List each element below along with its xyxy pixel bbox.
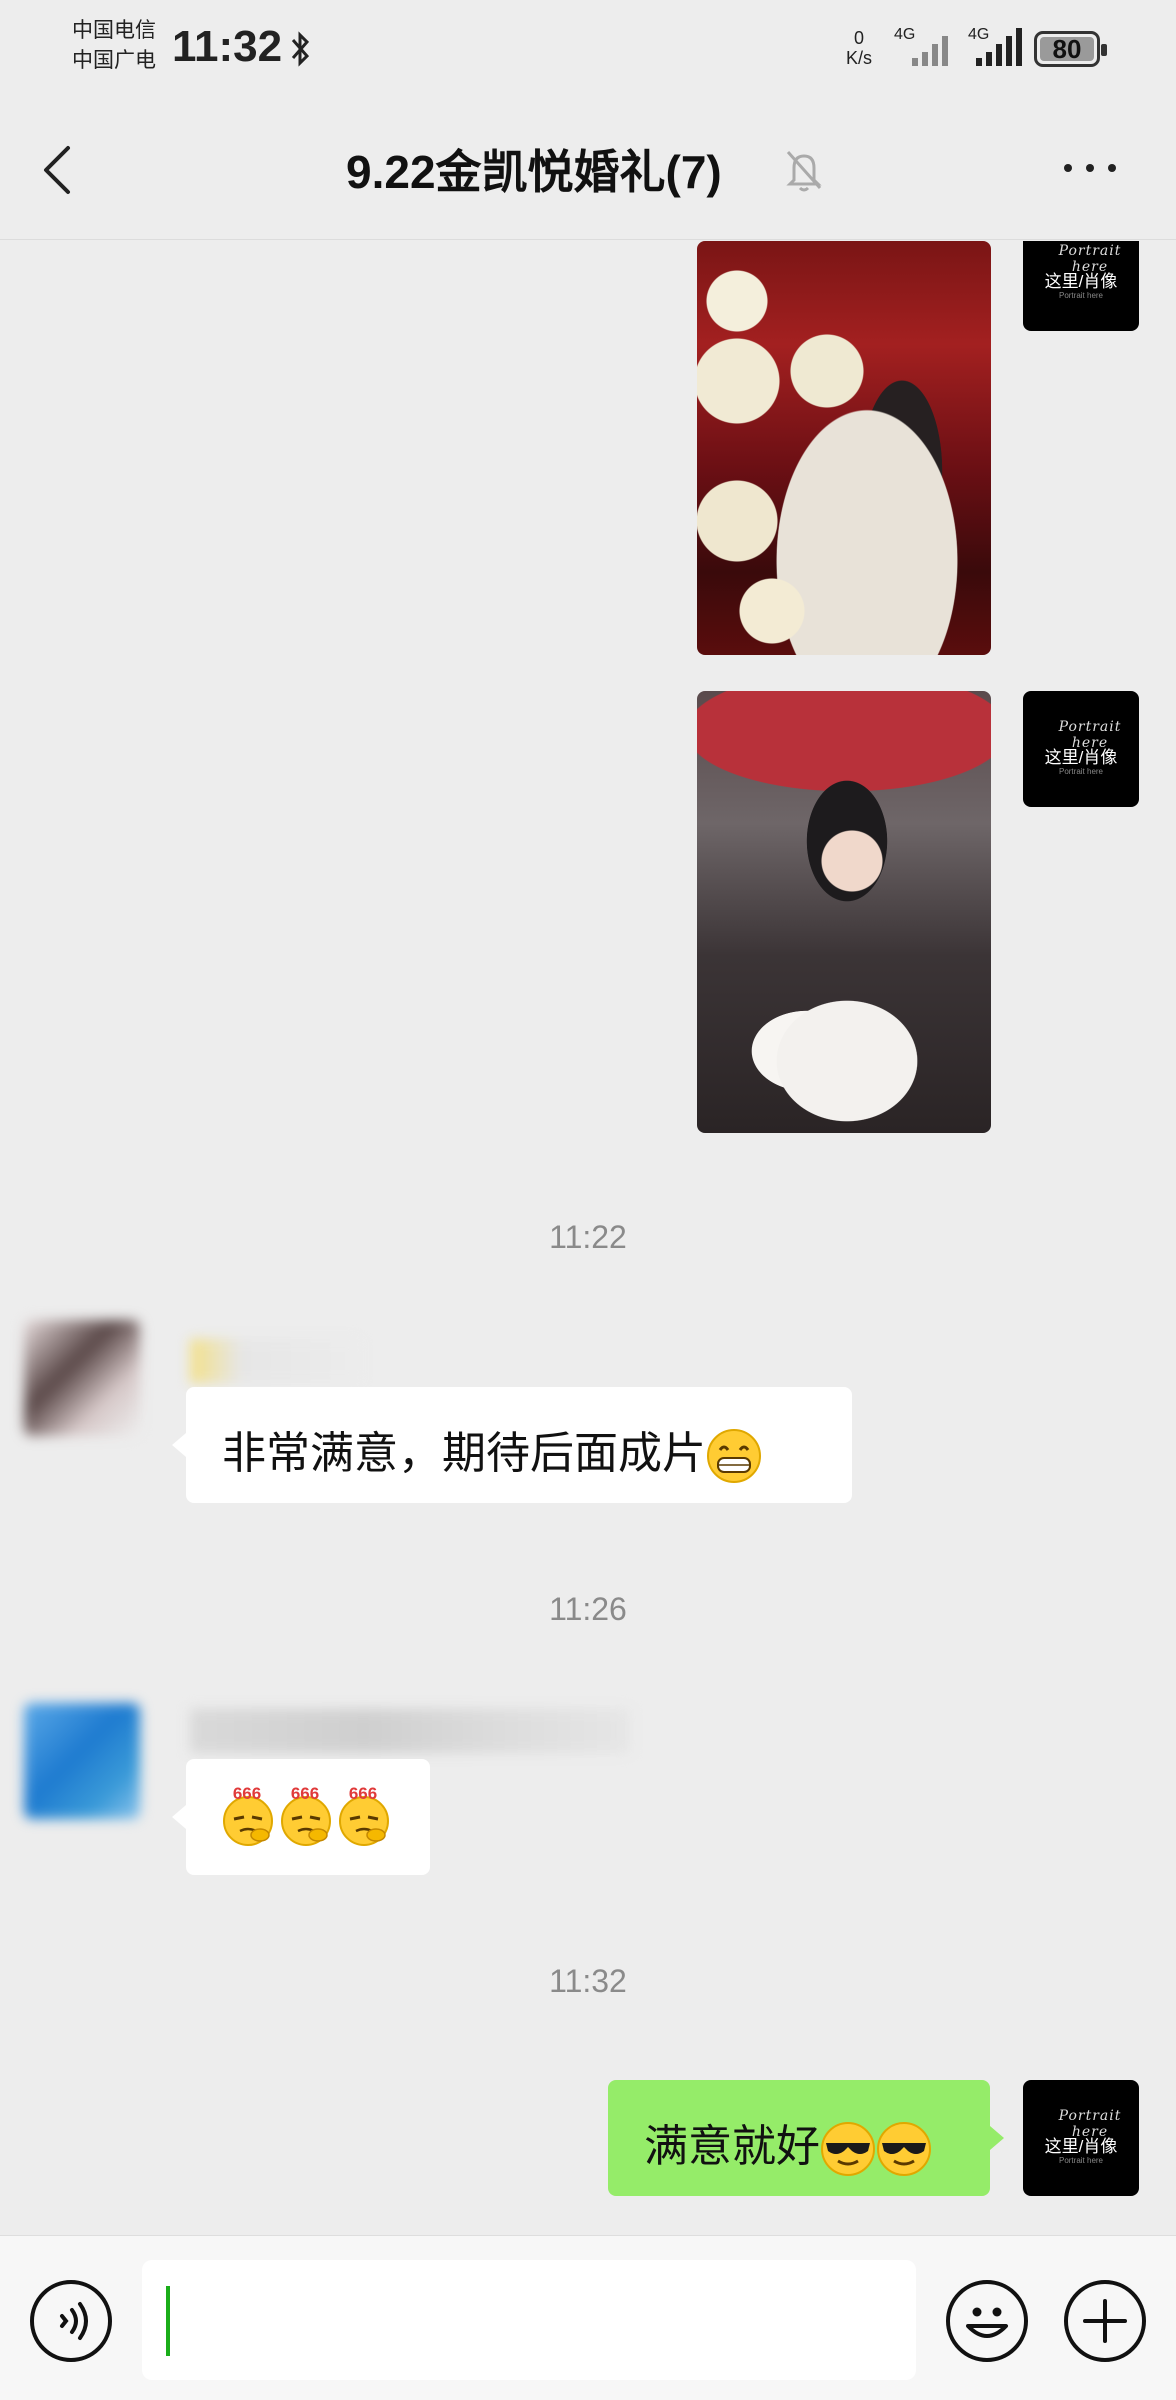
text-caret bbox=[166, 2286, 170, 2356]
avatar-brand-name: 这里/肖像 bbox=[1044, 2137, 1118, 2156]
status-bar: 中国电信 中国广电 11:32 0 K/s 4G 4G 80 bbox=[0, 0, 1176, 100]
back-button[interactable] bbox=[38, 140, 78, 200]
more-options-button[interactable] bbox=[1064, 160, 1120, 180]
666-emoji-icon: 666 bbox=[223, 1784, 273, 1846]
emoji-label: 666 bbox=[349, 1784, 377, 1803]
emoji-label: 666 bbox=[233, 1784, 261, 1803]
emoji-label: 666 bbox=[291, 1784, 319, 1803]
voice-input-button[interactable] bbox=[30, 2280, 112, 2362]
signal-1-label: 4G bbox=[894, 26, 916, 43]
message-text: 非常满意，期待后面成片 bbox=[222, 1429, 706, 1478]
chat-header: 9.22金凯悦婚礼(7) bbox=[0, 100, 1176, 240]
carrier-labels: 中国电信 中国广电 bbox=[72, 16, 156, 76]
666-emoji-icon: 666 bbox=[339, 1784, 389, 1846]
message-text-wrap: 满意就好 bbox=[644, 2110, 932, 2177]
chat-title: 9.22金凯悦婚礼(7) bbox=[346, 146, 722, 198]
status-time: 11:32 bbox=[172, 22, 283, 71]
message-list[interactable]: Portrait here 这里/肖像 Portrait here Portra… bbox=[0, 241, 1176, 2235]
self-avatar[interactable]: Portrait here 这里/肖像 Portrait here bbox=[1023, 691, 1139, 807]
grinning-face-icon bbox=[707, 1429, 761, 1484]
sender-name bbox=[190, 1339, 360, 1383]
carrier-1: 中国电信 bbox=[72, 19, 156, 42]
signal-2-label: 4G bbox=[968, 26, 990, 43]
signal-icon-2: 4G bbox=[968, 26, 1032, 73]
avatar-brand-name: 这里/肖像 bbox=[1044, 272, 1118, 291]
emoji-button[interactable] bbox=[946, 2280, 1028, 2362]
photo-message-wedding-couple[interactable] bbox=[697, 241, 991, 655]
input-bar bbox=[0, 2235, 1176, 2400]
chevron-left-icon bbox=[44, 146, 70, 194]
message-timestamp: 11:26 bbox=[549, 1591, 627, 1627]
666-emoji-icon: 666 bbox=[281, 1784, 331, 1846]
sunglasses-face-icon bbox=[877, 2122, 931, 2177]
battery-level: 80 bbox=[1052, 34, 1082, 64]
sender-avatar[interactable] bbox=[24, 1703, 140, 1819]
sender-name bbox=[190, 1709, 630, 1753]
message-bubble[interactable]: 非常满意，期待后面成片 bbox=[172, 1387, 852, 1503]
sunglasses-face-icon bbox=[821, 2122, 875, 2177]
signal-icon-1: 4G bbox=[894, 26, 958, 73]
avatar-brand-sub: Portrait here bbox=[1058, 291, 1104, 300]
voice-icon bbox=[60, 2302, 88, 2340]
bluetooth-icon bbox=[291, 31, 310, 67]
message-timestamp: 11:22 bbox=[549, 1219, 627, 1255]
message-text-wrap: 非常满意，期待后面成片 bbox=[222, 1417, 762, 1484]
message-bubble-self[interactable]: 满意就好 bbox=[608, 2080, 1004, 2196]
sender-avatar[interactable] bbox=[24, 1320, 140, 1436]
network-speed-value: 0 bbox=[854, 28, 865, 48]
message-bubble[interactable]: 666 666 666 bbox=[172, 1759, 430, 1875]
battery-icon: 80 bbox=[1034, 31, 1107, 67]
message-input[interactable] bbox=[142, 2260, 916, 2380]
network-speed-unit: K/s bbox=[846, 48, 873, 68]
muted-bell-icon bbox=[786, 151, 822, 192]
photo-message-bride-portrait[interactable] bbox=[697, 691, 991, 1133]
avatar-brand-sub: Portrait here bbox=[1058, 2156, 1104, 2165]
avatar-brand-name: 这里/肖像 bbox=[1044, 748, 1118, 767]
carrier-2: 中国广电 bbox=[72, 49, 156, 72]
more-functions-button[interactable] bbox=[1064, 2280, 1146, 2362]
smiley-icon bbox=[966, 2307, 1008, 2338]
self-avatar[interactable]: Portrait here 这里/肖像 Portrait here bbox=[1023, 241, 1139, 331]
plus-icon bbox=[1083, 2299, 1127, 2343]
avatar-brand-sub: Portrait here bbox=[1058, 767, 1104, 776]
network-speed: 0 K/s bbox=[846, 28, 872, 68]
message-timestamp: 11:32 bbox=[549, 1963, 627, 1999]
message-text: 满意就好 bbox=[644, 2122, 820, 2171]
self-avatar[interactable]: Portrait here 这里/肖像 Portrait here bbox=[1023, 2080, 1139, 2196]
emoji-row: 666 666 666 bbox=[220, 1783, 394, 1847]
